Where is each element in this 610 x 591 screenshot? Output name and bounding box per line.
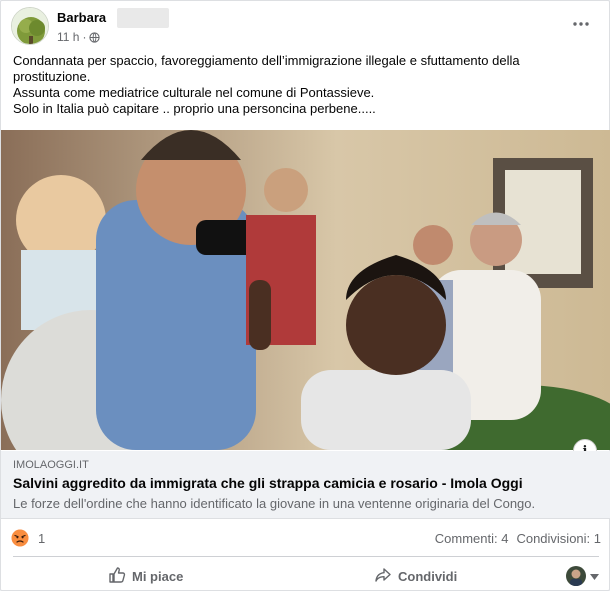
stats-right: Commenti: 4 Condivisioni: 1 (435, 531, 601, 546)
post-header: Barbara 11 h · (11, 7, 601, 47)
post-stats: 1 Commenti: 4 Condivisioni: 1 (11, 529, 601, 549)
post-text: Condannata per spaccio, favoreggiamento … (13, 53, 599, 117)
share-label: Condividi (398, 568, 458, 584)
post-text-line: Assunta come mediatrice culturale nel co… (13, 85, 375, 100)
author-name[interactable]: Barbara (57, 10, 106, 25)
post-actions: Mi piace Condividi (1, 561, 610, 591)
link-description: Le forze dell'ordine che hanno identific… (13, 496, 536, 511)
post-text-line: prostituzione. (13, 69, 91, 84)
like-label: Mi piace (132, 568, 184, 584)
redacted-surname (117, 8, 169, 28)
like-button[interactable]: Mi piace (108, 561, 183, 591)
angry-reaction-icon[interactable] (11, 529, 29, 547)
post-text-line: Condannata per spaccio, favoreggiamento … (13, 53, 520, 68)
globe-icon (89, 31, 101, 43)
meta-separator: · (82, 30, 87, 44)
post-text-line: Solo in Italia può capitare .. proprio u… (13, 101, 376, 116)
share-button[interactable]: Condividi (374, 561, 457, 591)
link-domain: IMOLAOGGI.IT (13, 459, 89, 471)
reactions-count[interactable]: 1 (38, 531, 45, 546)
link-title[interactable]: Salvini aggredito da immigrata che gli s… (13, 475, 523, 491)
comments-count[interactable]: Commenti: 4 (435, 531, 509, 546)
actions-divider (13, 556, 599, 557)
link-preview-image[interactable] (1, 130, 610, 450)
post-meta: 11 h · (57, 30, 101, 44)
link-preview[interactable]: IMOLAOGGI.IT Salvini aggredito da immigr… (1, 451, 610, 519)
post-time[interactable]: 11 h (57, 30, 79, 44)
like-icon (108, 566, 126, 587)
author-avatar[interactable] (11, 7, 49, 45)
shares-count[interactable]: Condivisioni: 1 (516, 531, 601, 546)
more-options-icon[interactable] (567, 13, 595, 35)
post-card: Barbara 11 h · Condannata per spaccio, f… (0, 0, 610, 591)
viewer-avatar (566, 566, 586, 586)
share-icon (374, 566, 392, 587)
chevron-down-icon (590, 567, 599, 585)
viewer-switcher[interactable] (566, 566, 599, 586)
